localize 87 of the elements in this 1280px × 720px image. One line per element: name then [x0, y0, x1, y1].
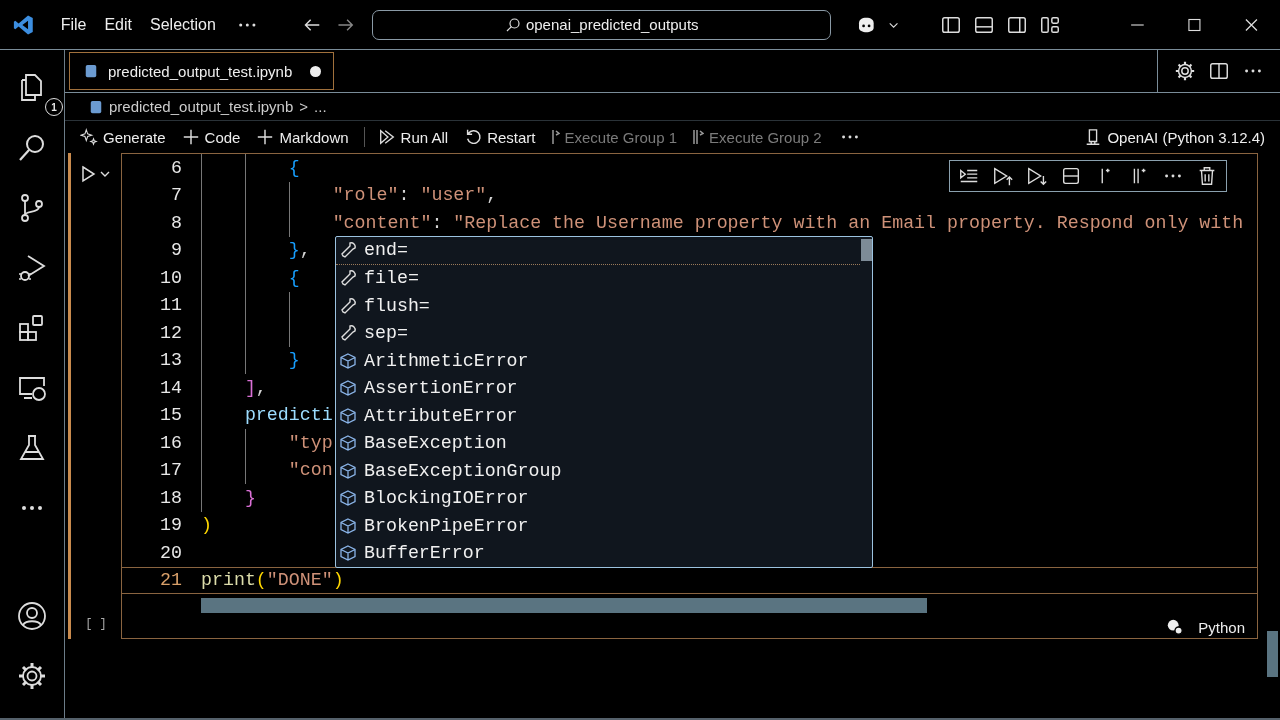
line-number: 6 [170, 157, 182, 178]
suggestion-item[interactable]: file= [336, 264, 860, 292]
code-line: }, [287, 240, 311, 261]
line-number: 14 [159, 377, 182, 398]
breadcrumb-separator: > [299, 98, 309, 115]
notebook-icon [84, 63, 98, 79]
language-icon [1166, 618, 1185, 636]
code-line: "typ [287, 432, 333, 453]
wrench-icon [338, 323, 358, 344]
notification-badge: 1 [45, 98, 63, 116]
account-icon[interactable] [16, 600, 48, 632]
toolbar-button[interactable]: Generate [73, 126, 173, 148]
suggestion-item[interactable]: flush= [336, 292, 860, 320]
menu-item[interactable]: File [52, 11, 95, 38]
line-number: 8 [170, 212, 182, 233]
run-cell-button[interactable] [80, 164, 112, 184]
suggestion-item[interactable]: BrokenPipeError [336, 512, 860, 540]
menu-item[interactable]: Edit [96, 11, 140, 38]
line-number: 11 [159, 295, 182, 316]
execute-group-icon [551, 129, 560, 145]
suggestion-item[interactable]: sep= [336, 319, 860, 347]
editor-tab[interactable]: predicted_output_test.ipynb [69, 52, 335, 90]
notebook-icon [89, 98, 103, 115]
sparkle-icon [80, 128, 98, 146]
line-number: 19 [159, 515, 182, 536]
suggestion-item[interactable]: BlockingIOError [336, 484, 860, 512]
run-debug-icon[interactable] [16, 252, 48, 284]
horizontal-scrollbar[interactable] [201, 597, 927, 613]
files-icon[interactable] [20, 74, 44, 102]
wrench-icon [338, 268, 358, 289]
suggestion-item[interactable]: BufferError [336, 539, 860, 567]
settings-icon[interactable] [16, 660, 48, 692]
line-number: 15 [159, 405, 182, 426]
line-number: 18 [159, 487, 182, 508]
code-line: { [287, 157, 300, 178]
run-icon [80, 164, 112, 184]
line-number: 13 [159, 350, 182, 371]
execution-count: [ ] [85, 617, 107, 631]
code-line: "role": "user", [331, 185, 498, 206]
wrench-icon [338, 240, 358, 261]
menu-item[interactable]: Selection [142, 11, 224, 38]
toolbar-button[interactable]: Markdown [249, 126, 356, 148]
suggestion-item[interactable]: BaseExceptionGroup [336, 457, 860, 485]
plus-icon [256, 128, 275, 146]
split-editor-icon[interactable] [1208, 60, 1230, 82]
code-line: print("DONE") [201, 570, 344, 591]
popup-scrollbar[interactable] [861, 239, 872, 261]
breadcrumb-item[interactable]: ... [314, 98, 327, 115]
execute-group-icon [693, 129, 705, 145]
code-line: "content": "Replace the Username property with an Email property. Respond only with [331, 212, 1244, 233]
suggestion-item[interactable]: BaseException [336, 429, 860, 457]
restart-icon [464, 128, 483, 146]
line-number: 21 [159, 570, 182, 591]
line-number: 10 [159, 267, 182, 288]
code-line: "con [287, 460, 333, 481]
search-field[interactable]: openai_predicted_outputs [371, 9, 831, 40]
line-number: 9 [170, 240, 182, 261]
code-line: } [243, 487, 256, 508]
code-line: ], [243, 377, 267, 398]
line-number: 20 [159, 542, 182, 563]
suggestion-item[interactable]: end= [336, 237, 860, 265]
run-all-icon [377, 128, 396, 146]
code-line: ) [201, 515, 212, 536]
unsaved-dot-icon [310, 65, 322, 77]
line-number: 12 [159, 322, 182, 343]
toolbar-button[interactable]: Run All [370, 126, 456, 148]
settings-icon[interactable] [1174, 60, 1196, 82]
toolbar-button[interactable]: Restart [457, 126, 543, 148]
toolbar-button[interactable]: Code [174, 126, 248, 148]
run-above-icon[interactable] [992, 165, 1014, 187]
split-cell-icon[interactable] [1060, 165, 1082, 187]
language-picker[interactable]: Python [1160, 617, 1251, 637]
line-number: 17 [159, 460, 182, 481]
vertical-scrollbar[interactable] [1267, 631, 1278, 677]
kernel-picker[interactable]: OpenAI (Python 3.12.4) [1077, 125, 1272, 149]
breadcrumb-item[interactable]: predicted_output_test.ipynb [109, 98, 294, 115]
run-below-icon[interactable] [1026, 165, 1048, 187]
suggestion-item[interactable]: AssertionError [336, 374, 860, 402]
code-line: predicti [243, 405, 333, 426]
suggestion-item[interactable]: AttributeError [336, 402, 860, 430]
line-number: 16 [159, 432, 182, 453]
wrench-icon [338, 295, 358, 316]
plus-icon [181, 128, 200, 146]
line-number: 7 [170, 185, 182, 206]
code-line: } [287, 350, 300, 371]
suggestion-item[interactable]: ArithmeticError [336, 347, 860, 375]
code-line: { [287, 267, 300, 288]
